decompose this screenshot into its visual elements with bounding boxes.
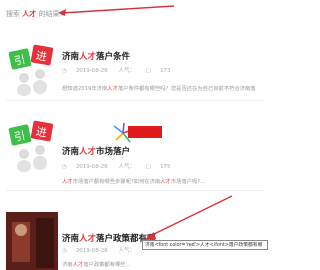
article-date: 2019-08-26 <box>75 248 108 254</box>
clock-icon: ◷ <box>62 68 67 74</box>
article-thumbnail[interactable]: 引 进 <box>6 120 58 172</box>
comment-icon: ▢ <box>145 164 151 170</box>
article-views-label: 人气： <box>118 248 136 254</box>
article-count: 173 <box>160 68 171 74</box>
article-title[interactable]: 济南人才市场落户 <box>62 145 130 157</box>
svg-text:进: 进 <box>35 49 48 64</box>
search-results-header: 搜索 人才 的结果 <box>0 0 270 28</box>
tooltip: 济南<font color='red'>人才</font>落户政策都有哪 <box>142 240 268 250</box>
user-with-sign-icon: 引 进 <box>6 120 58 172</box>
svg-text:进: 进 <box>35 125 48 140</box>
photo-thumbnail <box>6 212 58 270</box>
article-meta: ◷ 2019-08-26 人气： ▢ 175 <box>62 162 180 170</box>
annotation-arrow-icon <box>58 5 175 16</box>
list-item[interactable]: 引 进 济南人才落户条件 ◷ 2019-08-26 人气： ▢ 173 想知道201… <box>0 30 270 100</box>
article-views-label: 人气： <box>118 164 136 170</box>
article-thumbnail[interactable] <box>6 212 58 270</box>
comment-icon: ▢ <box>145 68 151 74</box>
article-excerpt: 想知道2019年济南人才落户条件都有哪些吗？您是否还在为自己目前不符合济南落 <box>62 86 256 92</box>
article-date: 2019-08-26 <box>75 164 108 170</box>
article-meta: ◷ 2019-08-26 人气： ▢ 173 <box>62 66 180 74</box>
article-title[interactable]: 济南人才落户条件 <box>62 50 130 62</box>
annotation-arrow-icon <box>144 195 233 240</box>
search-summary: 搜索 人才 的结果 <box>6 9 59 19</box>
search-prefix: 搜索 <box>6 10 20 18</box>
article-excerpt: 济南人才落户政策都有哪些... <box>62 262 131 268</box>
article-views-label: 人气： <box>118 68 136 74</box>
article-date: 2019-08-26 <box>75 68 108 74</box>
clock-icon: ◷ <box>62 164 67 170</box>
search-keyword: 人才 <box>22 10 37 18</box>
list-item[interactable]: 引 进 济南人才市场落户 ◷ 2019-08-26 人气： ▢ 175 人才市场落户… <box>0 100 270 185</box>
article-count: 175 <box>160 164 171 170</box>
clock-icon: ◷ <box>62 248 67 254</box>
redaction-mark <box>128 126 162 138</box>
article-meta: ◷ 2019-08-26 人气： <box>62 246 144 254</box>
article-thumbnail[interactable]: 引 进 <box>6 44 58 96</box>
user-with-sign-icon: 引 进 <box>6 44 58 96</box>
article-excerpt: 人才市场落户都有哪些步骤呢?如何在济南人才市场落户呢?... <box>62 179 206 185</box>
